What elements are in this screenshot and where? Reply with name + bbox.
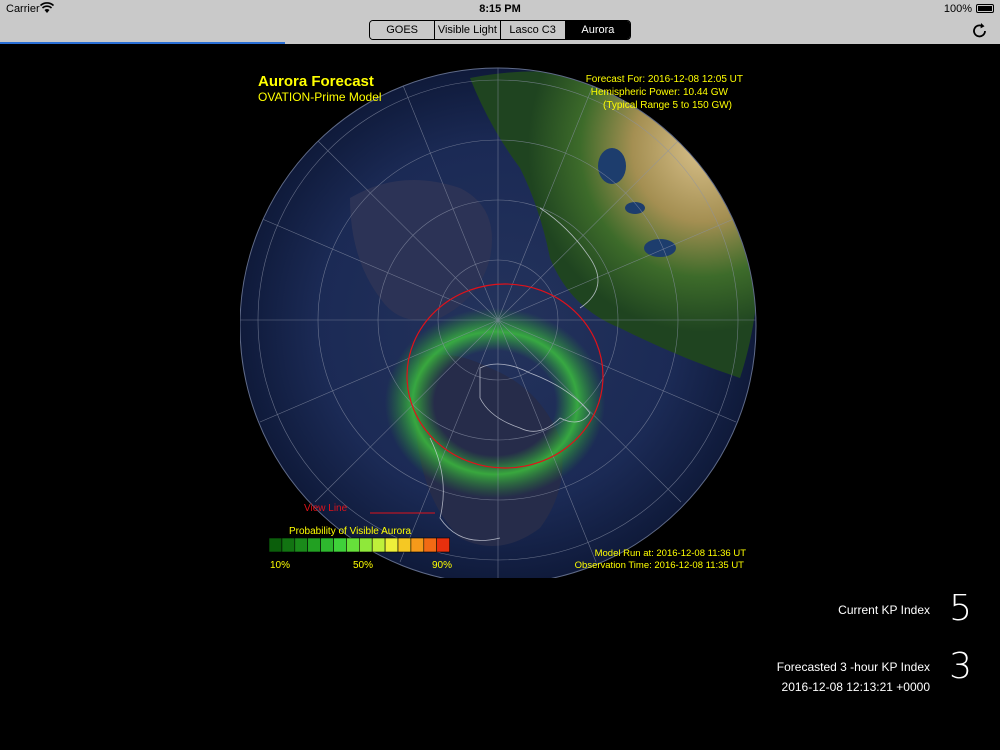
forecast-for-text: Forecast For: 2016-12-08 12:05 UT bbox=[586, 74, 743, 85]
scale-swatch bbox=[371, 537, 386, 553]
scale-mid-label: 50% bbox=[353, 560, 373, 571]
observation-time-text: Observation Time: 2016-12-08 11:35 UT bbox=[575, 560, 745, 571]
scale-swatch bbox=[268, 537, 283, 553]
probability-color-scale bbox=[268, 537, 450, 553]
scale-swatch bbox=[320, 537, 334, 553]
status-bar: Carrier 8:15 PM 100% bbox=[0, 0, 1000, 18]
nav-bar: GOES Visible Light Lasco C3 Aurora bbox=[0, 18, 1000, 44]
battery-percent: 100% bbox=[943, 3, 972, 15]
model-run-text: Model Run at: 2016-12-08 11:36 UT bbox=[595, 548, 747, 559]
load-progress-bar bbox=[0, 42, 285, 44]
battery-icon bbox=[976, 4, 994, 13]
current-kp-block: Current KP Index 5 bbox=[838, 591, 972, 627]
refresh-button[interactable] bbox=[970, 21, 990, 41]
forecast-kp-block: Forecasted 3 -hour KP Index 3 2016-12-08… bbox=[776, 649, 972, 695]
scale-swatch bbox=[397, 537, 412, 553]
segment-aurora[interactable]: Aurora bbox=[565, 21, 630, 39]
refresh-icon bbox=[973, 23, 986, 38]
current-kp-label: Current KP Index bbox=[838, 603, 930, 617]
current-kp-value: 5 bbox=[949, 588, 972, 629]
scale-swatch bbox=[307, 537, 321, 553]
probability-label: Probability of Visible Aurora bbox=[289, 526, 412, 537]
scale-swatch bbox=[281, 537, 296, 553]
scale-swatch bbox=[423, 537, 438, 553]
forecast-kp-label: Forecasted 3 -hour KP Index bbox=[776, 660, 930, 674]
scale-swatch bbox=[410, 537, 425, 553]
scale-min-label: 10% bbox=[270, 560, 290, 571]
segment-visible-light[interactable]: Visible Light bbox=[435, 21, 501, 39]
aurora-forecast-map[interactable]: Aurora Forecast OVATION-Prime Model Fore… bbox=[240, 58, 760, 578]
forecast-kp-value: 3 bbox=[949, 646, 972, 687]
kp-timestamp: 2016-12-08 12:13:21 +0000 bbox=[781, 680, 930, 694]
scale-swatch bbox=[346, 537, 360, 553]
scale-max-label: 90% bbox=[432, 560, 452, 571]
scale-swatch bbox=[294, 537, 308, 553]
source-segmented-control: GOES Visible Light Lasco C3 Aurora bbox=[369, 20, 631, 40]
status-time: 8:15 PM bbox=[479, 3, 521, 15]
scale-swatch bbox=[359, 537, 373, 553]
hemispheric-power-text: Hemispheric Power: 10.44 GW bbox=[591, 87, 729, 98]
view-line-label: View Line bbox=[304, 503, 348, 514]
typical-range-text: (Typical Range 5 to 150 GW) bbox=[603, 100, 732, 111]
segment-lasco-c3[interactable]: Lasco C3 bbox=[500, 21, 566, 39]
segment-goes[interactable]: GOES bbox=[370, 21, 436, 39]
map-subtitle: OVATION-Prime Model bbox=[258, 90, 382, 104]
globe bbox=[240, 68, 756, 578]
scale-swatch bbox=[436, 537, 450, 553]
scale-swatch bbox=[333, 537, 347, 553]
map-title: Aurora Forecast bbox=[258, 73, 374, 90]
scale-swatch bbox=[384, 537, 399, 553]
